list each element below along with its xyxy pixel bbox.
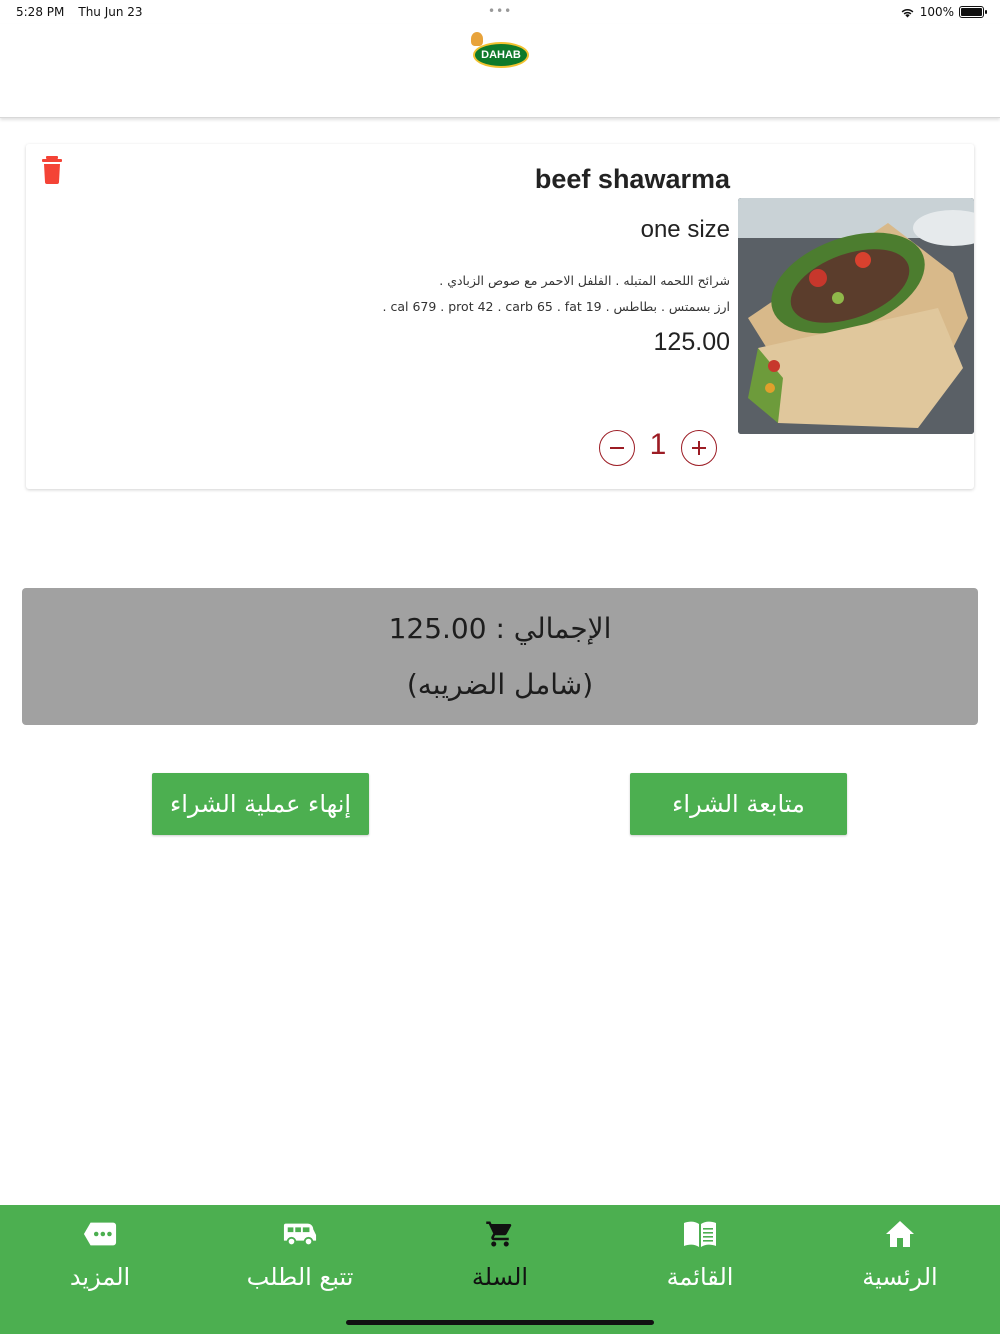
item-price: 125.00 (653, 328, 730, 356)
shawarma-photo (738, 198, 974, 434)
item-description: شرائح اللحمه المتبله . الفلفل الاحمر مع … (310, 268, 730, 320)
checkout-button[interactable]: إنهاء عملية الشراء (152, 773, 369, 835)
status-left: 5:28 PM Thu Jun 23 (16, 5, 143, 19)
quantity-value: 1 (649, 428, 667, 461)
nav-label-home: الرئسية (862, 1263, 938, 1291)
menu-book-icon (683, 1217, 717, 1251)
item-description-line-2: ارز بسمتس . بطاطس . cal 679 . prot 42 . … (382, 299, 730, 314)
continue-shopping-button[interactable]: متابعة الشراء (630, 773, 847, 835)
minus-icon (610, 447, 624, 449)
item-name: beef shawarma (534, 164, 730, 194)
nav-label-cart: السلة (471, 1263, 529, 1291)
bottom-navigation: المزيد تتبع الطلب السلة القائمة الرئسية (0, 1205, 1000, 1334)
item-description-line-1: شرائح اللحمه المتبله . الفلفل الاحمر مع … (439, 273, 730, 288)
nav-label-menu: القائمة (666, 1263, 734, 1291)
battery-percent: 100% (919, 5, 954, 19)
status-right: 100% (900, 5, 987, 19)
logo-text: DAHAB (481, 49, 521, 61)
nav-item-menu[interactable]: القائمة (600, 1217, 800, 1307)
chef-mascot-icon (471, 32, 483, 46)
more-icon (83, 1217, 117, 1251)
status-date: Thu Jun 23 (78, 5, 143, 19)
shawarma-photo-illustration (738, 198, 974, 434)
nav-label-more: المزيد (69, 1263, 131, 1291)
nav-item-track-order[interactable]: تتبع الطلب (200, 1217, 400, 1307)
trash-icon (42, 156, 62, 184)
delivery-van-icon (283, 1217, 317, 1251)
tax-included-note: (شامل الضريبه) (406, 668, 594, 701)
order-total: الإجمالي : 125.00 (388, 612, 612, 645)
nav-item-more[interactable]: المزيد (0, 1217, 200, 1307)
nav-label-track-order: تتبع الطلب (246, 1263, 354, 1291)
app-header: DAHAB (0, 24, 1000, 118)
decrease-quantity-button[interactable] (599, 430, 635, 466)
home-indicator[interactable] (346, 1320, 654, 1325)
nav-item-home[interactable]: الرئسية (800, 1217, 1000, 1307)
battery-icon (959, 6, 987, 18)
home-icon (883, 1217, 917, 1251)
multitasking-dots-icon[interactable]: ••• (488, 4, 512, 18)
increase-quantity-button[interactable] (681, 430, 717, 466)
delete-item-button[interactable] (40, 156, 64, 184)
order-total-box: الإجمالي : 125.00 (شامل الضريبه) (22, 588, 978, 725)
plus-icon (692, 441, 706, 455)
nav-item-cart[interactable]: السلة (400, 1217, 600, 1307)
cart-icon (483, 1217, 517, 1251)
wifi-icon (901, 8, 914, 17)
status-bar: 5:28 PM Thu Jun 23 ••• 100% (0, 0, 1000, 24)
cart-item-card: beef shawarma one size شرائح اللحمه المت… (26, 144, 974, 489)
dahab-logo[interactable]: DAHAB (469, 32, 531, 72)
item-size: one size (640, 216, 730, 243)
logo-oval: DAHAB (473, 42, 529, 68)
status-time: 5:28 PM (16, 5, 65, 19)
